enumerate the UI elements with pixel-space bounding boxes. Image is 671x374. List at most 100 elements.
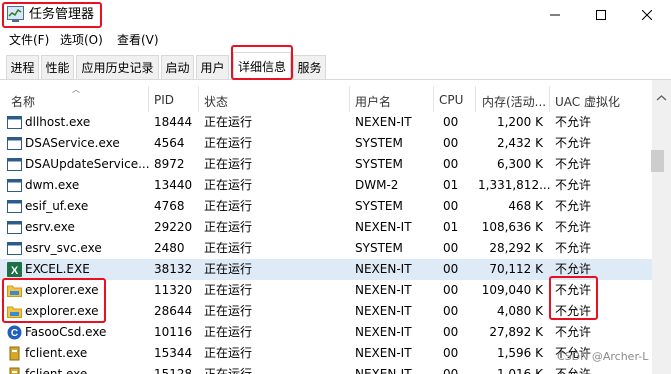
- process-cpu: 00: [443, 241, 459, 255]
- process-pid: 13440: [154, 178, 193, 192]
- process-status: 正在运行: [204, 115, 253, 129]
- process-name: DSAUpdateService...: [25, 157, 150, 171]
- menu-view[interactable]: 查看(V): [117, 32, 159, 48]
- process-uac: 不允许: [555, 325, 592, 339]
- process-username: NEXEN-IT: [355, 346, 412, 360]
- column-separator[interactable]: [198, 86, 199, 112]
- explorer-rows-highlight-box: [2, 278, 106, 323]
- svg-text:X: X: [11, 265, 19, 277]
- tab-performance[interactable]: 性能: [41, 55, 74, 79]
- tab-users[interactable]: 用户: [196, 55, 229, 79]
- process-memory: 109,040 K: [481, 283, 543, 297]
- table-row[interactable]: esrv_svc.exe 2480 正在运行 SYSTEM 00 28,292 K 不允许: [0, 238, 652, 259]
- column-pid[interactable]: PID: [154, 93, 174, 107]
- process-memory: 468 K: [508, 199, 543, 213]
- app-window-icon: [7, 178, 22, 193]
- process-cpu: 00: [443, 367, 459, 374]
- app-window-icon: [7, 199, 22, 214]
- process-username: NEXEN-IT: [355, 367, 412, 374]
- process-status: 正在运行: [204, 199, 253, 213]
- process-name: fclient.exe: [25, 367, 88, 374]
- column-separator[interactable]: [475, 86, 476, 112]
- column-memory[interactable]: 内存(活动...: [482, 93, 546, 110]
- table-row[interactable]: esif_uf.exe 4768 正在运行 SYSTEM 00 468 K 不允许: [0, 196, 652, 217]
- scroll-thumb[interactable]: [651, 150, 664, 172]
- process-list: dllhost.exe 18444 正在运行 NEXEN-IT 00 1,200 K 不允许…: [0, 112, 652, 374]
- process-username: SYSTEM: [355, 199, 403, 213]
- table-row[interactable]: dwm.exe 13440 正在运行 DWM-2 01 1,331,812... 不允许: [0, 175, 652, 196]
- process-memory: 27,892 K: [489, 325, 543, 339]
- column-separator[interactable]: [549, 86, 550, 112]
- process-status: 正在运行: [204, 367, 253, 374]
- excel-icon: X: [7, 262, 22, 277]
- app-window-icon: [7, 136, 22, 151]
- column-separator[interactable]: [148, 86, 149, 112]
- title-bar: 任务管理器: [0, 0, 671, 30]
- app-window-icon: [7, 241, 22, 256]
- fclient-icon: [7, 367, 22, 374]
- process-status: 正在运行: [204, 157, 253, 171]
- maximize-icon: [596, 10, 606, 20]
- minimize-button[interactable]: [532, 0, 578, 30]
- process-pid: 2480: [154, 241, 185, 255]
- process-username: SYSTEM: [355, 241, 403, 255]
- uac-cells-highlight-box: [549, 276, 598, 320]
- process-memory: 108,636 K: [481, 220, 543, 234]
- column-separator[interactable]: [433, 86, 434, 112]
- column-uac[interactable]: UAC 虚拟化: [555, 93, 620, 110]
- close-button[interactable]: [624, 0, 670, 30]
- column-name[interactable]: 名称: [11, 93, 35, 110]
- process-uac: 不允许: [555, 115, 592, 129]
- table-row[interactable]: C FasooCsd.exe 10116 正在运行 NEXEN-IT 00 27,892 K…: [0, 322, 652, 343]
- table-row[interactable]: dllhost.exe 18444 正在运行 NEXEN-IT 00 1,200 K 不允许: [0, 112, 652, 133]
- process-cpu: 00: [443, 157, 459, 171]
- table-row[interactable]: DSAService.exe 4564 正在运行 SYSTEM 00 2,432 K 不允许: [0, 133, 652, 154]
- process-pid: 29220: [154, 220, 193, 234]
- process-pid: 11320: [154, 283, 193, 297]
- process-name: fclient.exe: [25, 346, 88, 360]
- process-cpu: 00: [443, 304, 459, 318]
- table-row[interactable]: fclient.exe 15344 正在运行 NEXEN-IT 00 1,596 K 不允许: [0, 343, 652, 364]
- process-status: 正在运行: [204, 136, 253, 150]
- fclient-icon: [7, 346, 22, 361]
- process-status: 正在运行: [204, 178, 253, 192]
- process-memory: 6,300 K: [496, 157, 543, 171]
- process-cpu: 01: [443, 178, 459, 192]
- tab-processes[interactable]: 进程: [6, 55, 39, 79]
- process-username: NEXEN-IT: [355, 304, 412, 318]
- menu-file[interactable]: 文件(F): [9, 32, 49, 48]
- column-separator[interactable]: [349, 86, 350, 112]
- column-cpu[interactable]: CPU: [439, 93, 463, 107]
- process-status: 正在运行: [204, 262, 253, 276]
- scroll-up-icon[interactable]: [652, 92, 671, 104]
- app-window-icon: [7, 157, 22, 172]
- process-cpu: 00: [443, 325, 459, 339]
- process-pid: 38132: [154, 262, 193, 276]
- menu-options[interactable]: 选项(O): [60, 32, 103, 48]
- column-header-row: 名称 PID 状态 用户名 CPU 内存(活动... UAC 虚拟化: [0, 88, 652, 112]
- process-name: dllhost.exe: [25, 115, 91, 129]
- process-status: 正在运行: [204, 325, 253, 339]
- process-uac: 不允许: [555, 262, 592, 276]
- process-username: NEXEN-IT: [355, 283, 412, 297]
- process-pid: 15344: [154, 346, 193, 360]
- tab-services[interactable]: 服务: [293, 55, 326, 79]
- process-status: 正在运行: [204, 220, 253, 234]
- svg-text:C: C: [11, 328, 18, 339]
- table-row[interactable]: fclient.exe 15128 正在运行 NEXEN-IT 00 1,016 K 不允许: [0, 364, 652, 374]
- vertical-scrollbar[interactable]: [652, 80, 671, 374]
- process-memory: 4,080 K: [496, 304, 543, 318]
- table-row[interactable]: esrv.exe 29220 正在运行 NEXEN-IT 01 108,636 K 不允许: [0, 217, 652, 238]
- tab-startup[interactable]: 启动: [161, 55, 194, 79]
- process-uac: 不允许: [555, 367, 592, 374]
- column-status[interactable]: 状态: [204, 93, 228, 110]
- tab-app-history[interactable]: 应用历史记录: [76, 55, 159, 79]
- table-row[interactable]: DSAUpdateService... 8972 正在运行 SYSTEM 00 6,300…: [0, 154, 652, 175]
- maximize-button[interactable]: [578, 0, 624, 30]
- column-username[interactable]: 用户名: [355, 93, 391, 110]
- process-memory: 70,112 K: [489, 262, 543, 276]
- process-memory: 1,596 K: [496, 346, 543, 360]
- app-window-icon: [7, 220, 22, 235]
- process-name: esrv.exe: [25, 220, 75, 234]
- process-status: 正在运行: [204, 283, 253, 297]
